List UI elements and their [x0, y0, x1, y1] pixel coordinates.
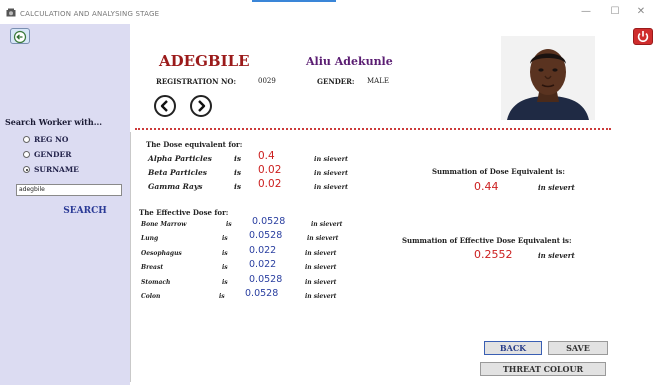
dose-row-unit: in sievert — [314, 169, 349, 177]
dose-row-value: 0.02 — [258, 178, 282, 190]
worker-portrait-image — [501, 36, 595, 120]
effective-dose-title: The Effective Dose for: — [139, 208, 229, 217]
app-icon — [6, 8, 16, 17]
radio-gender-indicator[interactable] — [23, 151, 30, 158]
radio-reg-no-label: REG NO — [34, 135, 69, 144]
effective-row-value: 0.0528 — [252, 216, 286, 227]
effective-row-label: Bone Marrow — [141, 221, 187, 228]
effective-row-value: 0.0528 — [249, 230, 283, 241]
effective-row-unit: in sievert — [305, 293, 337, 300]
dose-row-is: is — [234, 154, 242, 163]
effective-summation-unit: in sievert — [538, 251, 575, 260]
gender-label: GENDER: — [317, 77, 355, 86]
radio-surname-indicator[interactable] — [23, 166, 30, 173]
close-button[interactable]: ✕ — [632, 5, 650, 19]
effective-summation-value: 0.2552 — [474, 248, 513, 261]
chevron-left-icon — [160, 100, 168, 112]
chevron-right-icon — [198, 100, 206, 112]
worker-photo — [501, 36, 595, 120]
save-button[interactable]: SAVE — [548, 341, 608, 355]
dose-summation-value: 0.44 — [474, 180, 499, 193]
title-accent-bar — [252, 0, 336, 2]
effective-row-value: 0.0528 — [245, 288, 279, 299]
radio-surname[interactable]: SURNAME — [23, 165, 79, 174]
previous-button[interactable] — [154, 95, 176, 117]
effective-row-value: 0.022 — [249, 245, 277, 256]
window-title: CALCULATION AND ANALYSING STAGE — [20, 10, 160, 18]
effective-row-is: is — [222, 264, 228, 271]
search-input[interactable]: adegbile — [16, 184, 122, 196]
effective-row-unit: in sievert — [311, 221, 343, 228]
search-button[interactable]: SEARCH — [54, 204, 116, 218]
registration-value: 0029 — [258, 77, 276, 85]
effective-row-label: Oesophagus — [141, 250, 182, 257]
dose-row-label: Alpha Particles — [148, 154, 212, 163]
dose-equivalent-title: The Dose equivalent for: — [146, 140, 243, 149]
effective-row-is: is — [226, 221, 232, 228]
effective-row-label: Lung — [141, 235, 159, 242]
effective-row-is: is — [219, 293, 225, 300]
minimize-button[interactable]: — — [577, 5, 595, 19]
effective-row-unit: in sievert — [307, 235, 339, 242]
radio-reg-no[interactable]: REG NO — [23, 135, 68, 144]
dose-row-is: is — [234, 182, 242, 191]
effective-summation-title: Summation of Effective Dose Equivalent i… — [402, 236, 572, 245]
dose-summation-title: Summation of Dose Equivalent is: — [432, 167, 565, 176]
power-button[interactable] — [633, 28, 653, 45]
effective-row-label: Breast — [141, 264, 164, 271]
radio-reg-no-indicator[interactable] — [23, 136, 30, 143]
effective-row-is: is — [222, 279, 228, 286]
effective-row-is: is — [222, 235, 228, 242]
dose-row-label: Gamma Rays — [148, 182, 203, 191]
worker-surname: Aliu Adekunle — [306, 55, 393, 68]
effective-row-unit: in sievert — [305, 264, 337, 271]
dose-summation-unit: in sievert — [538, 183, 575, 192]
worker-first-name: ADEGBILE — [159, 52, 250, 70]
radio-gender-label: GENDER — [34, 150, 72, 159]
dose-row-is: is — [234, 168, 242, 177]
back-icon-button[interactable] — [10, 28, 30, 44]
power-icon — [637, 31, 649, 42]
effective-row-label: Colon — [141, 293, 161, 300]
next-button[interactable] — [190, 95, 212, 117]
separator-line — [135, 128, 611, 130]
maximize-button[interactable]: ☐ — [606, 5, 624, 19]
effective-row-value: 0.0528 — [249, 274, 283, 285]
radio-gender[interactable]: GENDER — [23, 150, 71, 159]
dose-row-value: 0.02 — [258, 164, 282, 176]
dose-row-unit: in sievert — [314, 183, 349, 191]
effective-row-unit: in sievert — [305, 279, 337, 286]
app-window: CALCULATION AND ANALYSING STAGE — ☐ ✕ Se… — [0, 0, 656, 385]
title-bar: CALCULATION AND ANALYSING STAGE — ☐ ✕ — [0, 0, 656, 24]
threat-colour-button[interactable]: THREAT COLOUR — [480, 362, 606, 376]
dose-row-unit: in sievert — [314, 155, 349, 163]
back-arrow-icon — [13, 30, 27, 44]
effective-row-is: is — [222, 250, 228, 257]
search-section-title: Search Worker with... — [5, 117, 103, 127]
dose-row-label: Beta Particles — [148, 168, 208, 177]
radio-surname-label: SURNAME — [34, 165, 79, 174]
gender-value: MALE — [367, 77, 389, 85]
back-button[interactable]: BACK — [484, 341, 542, 355]
effective-row-label: Stomach — [141, 279, 171, 286]
registration-label: REGISTRATION NO: — [156, 77, 237, 86]
effective-row-unit: in sievert — [305, 250, 337, 257]
effective-row-value: 0.022 — [249, 259, 277, 270]
dose-row-value: 0.4 — [258, 150, 275, 162]
